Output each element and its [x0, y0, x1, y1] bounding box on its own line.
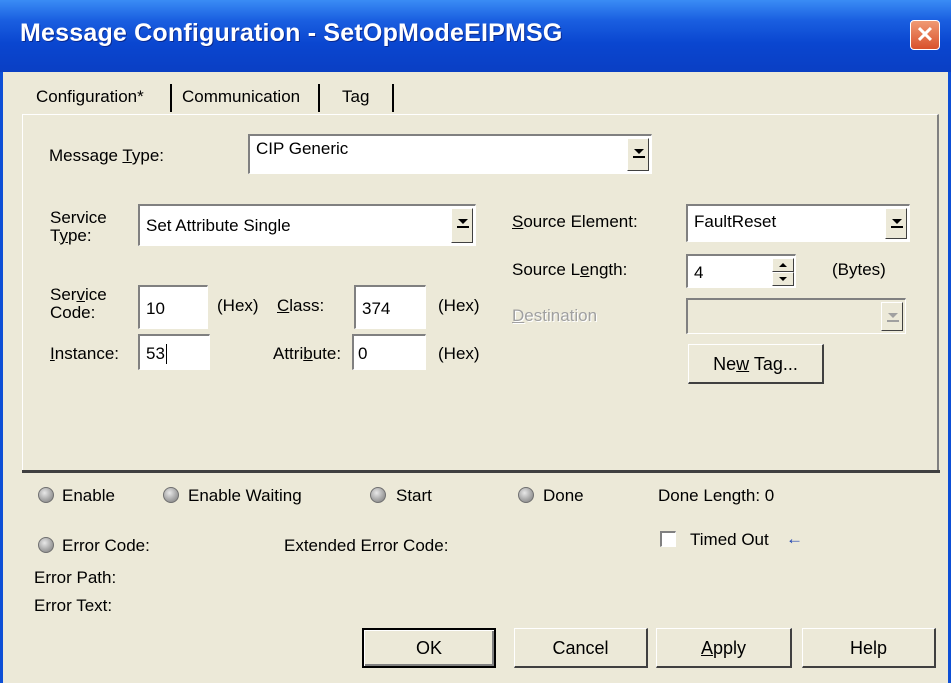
class-input[interactable]: 374 — [354, 285, 426, 329]
done-status: Done — [543, 486, 584, 505]
source-element-value: FaultReset — [694, 212, 777, 231]
tab-configuration[interactable]: Configuration* — [36, 80, 144, 114]
source-length-spinner[interactable] — [772, 258, 794, 286]
attribute-label: Attribute: — [273, 344, 342, 363]
source-length-input[interactable]: 4 — [686, 254, 796, 288]
chevron-down-icon — [881, 302, 903, 331]
title-bar[interactable]: Message Configuration - SetOpModeEIPMSG … — [0, 0, 951, 72]
destination-label: Destination — [512, 306, 598, 325]
class-unit: (Hex) — [438, 296, 480, 315]
service-type-label-line2: Type: — [50, 226, 92, 245]
error-code-label: Error Code: — [62, 536, 150, 555]
enable-indicator-icon — [38, 487, 54, 503]
enable-waiting-status: Enable Waiting — [188, 486, 302, 505]
spin-up-icon[interactable] — [772, 258, 794, 272]
start-status: Start — [396, 486, 432, 505]
spin-down-icon[interactable] — [772, 272, 794, 286]
close-icon: ✕ — [915, 22, 935, 47]
message-type-select[interactable]: CIP Generic — [248, 134, 652, 174]
service-type-label: Service — [50, 208, 107, 227]
error-path-label: Error Path: — [34, 568, 117, 587]
timed-out-checkbox — [660, 531, 676, 547]
error-text-label: Error Text: — [34, 596, 113, 615]
instance-input[interactable]: 53 — [138, 334, 210, 370]
start-indicator-icon — [370, 487, 386, 503]
service-code-input[interactable]: 10 — [138, 285, 208, 329]
source-element-label: Source Element: — [512, 212, 638, 231]
arrow-left-icon: ← — [786, 529, 803, 548]
chevron-down-icon[interactable] — [451, 208, 473, 243]
service-code-label: Service — [50, 285, 107, 304]
tab-communication-label: Communication — [182, 87, 301, 106]
attribute-unit: (Hex) — [438, 344, 480, 363]
source-length-value: 4 — [694, 263, 704, 282]
new-tag-button[interactable]: New Tag... — [688, 344, 824, 384]
service-type-select[interactable]: Set Attribute Single — [138, 204, 476, 246]
window-title: Message Configuration - SetOpModeEIPMSG — [20, 19, 563, 47]
class-label: Class: — [277, 296, 325, 315]
attribute-value: 0 — [358, 344, 368, 363]
instance-value: 53 — [146, 344, 165, 363]
text-caret — [166, 344, 167, 364]
extended-error-code-label: Extended Error Code: — [284, 536, 449, 555]
class-value: 374 — [362, 299, 391, 318]
ok-button[interactable]: OK — [362, 628, 496, 668]
tab-divider — [392, 84, 394, 112]
service-code-unit: (Hex) — [217, 296, 259, 315]
attribute-input[interactable]: 0 — [352, 334, 426, 370]
tab-configuration-label: Configuration* — [36, 87, 144, 106]
tab-tag-label: Tag — [342, 87, 370, 106]
done-length: Done Length: 0 — [658, 486, 775, 505]
instance-label: Instance: — [50, 344, 119, 363]
message-type-label: Message Type: — [49, 146, 164, 165]
tab-divider — [170, 84, 172, 112]
source-element-select[interactable]: FaultReset — [686, 204, 910, 242]
service-code-label-line2: Code: — [50, 303, 96, 322]
destination-select — [686, 298, 906, 334]
close-button[interactable]: ✕ — [910, 20, 940, 50]
chevron-down-icon[interactable] — [885, 208, 907, 239]
cancel-button[interactable]: Cancel — [514, 628, 648, 668]
source-length-label: Source Length: — [512, 260, 628, 279]
service-code-value: 10 — [146, 299, 165, 318]
panel-divider — [22, 470, 940, 473]
apply-button[interactable]: Apply — [656, 628, 792, 668]
message-type-value: CIP Generic — [256, 139, 349, 158]
done-indicator-icon — [518, 487, 534, 503]
enable-status: Enable — [62, 486, 115, 505]
error-code-indicator-icon — [38, 537, 54, 553]
tab-communication[interactable]: Communication — [182, 80, 300, 114]
service-type-value: Set Attribute Single — [146, 216, 291, 235]
timed-out-label: Timed Out — [690, 530, 769, 549]
tab-tag[interactable]: Tag — [342, 80, 369, 114]
chevron-down-icon[interactable] — [627, 138, 649, 171]
help-button[interactable]: Help — [802, 628, 936, 668]
tab-divider — [318, 84, 320, 112]
source-length-unit: (Bytes) — [832, 260, 886, 279]
enable-waiting-indicator-icon — [163, 487, 179, 503]
